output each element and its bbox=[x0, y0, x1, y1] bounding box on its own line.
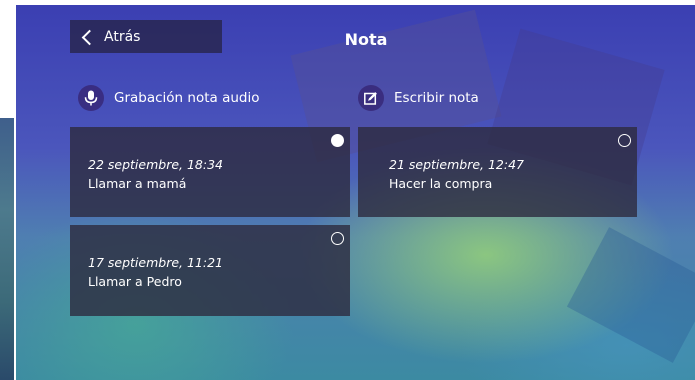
record-audio-note-button[interactable]: Grabación nota audio bbox=[78, 85, 260, 111]
page-title: Nota bbox=[344, 30, 388, 49]
back-button[interactable]: Atrás bbox=[70, 20, 222, 53]
edit-note-icon bbox=[358, 85, 384, 111]
note-text: Hacer la compra bbox=[389, 176, 493, 191]
note-card[interactable]: 17 septiembre, 11:21 Llamar a Pedro bbox=[70, 225, 350, 316]
selected-indicator-icon[interactable] bbox=[331, 134, 344, 147]
note-text: Llamar a mamá bbox=[88, 176, 187, 191]
note-date: 21 septiembre, 12:47 bbox=[389, 157, 524, 172]
write-note-button[interactable]: Escribir nota bbox=[358, 85, 479, 111]
write-note-label: Escribir nota bbox=[394, 90, 479, 106]
note-screen: Atrás Nota Grabación nota audio Escribir… bbox=[16, 5, 695, 380]
note-card[interactable]: 22 septiembre, 18:34 Llamar a mamá bbox=[70, 127, 350, 217]
record-audio-note-label: Grabación nota audio bbox=[114, 90, 260, 106]
note-date: 22 septiembre, 18:34 bbox=[88, 157, 223, 172]
back-label: Atrás bbox=[104, 28, 141, 45]
chevron-left-icon bbox=[81, 29, 98, 45]
unselected-indicator-icon[interactable] bbox=[618, 134, 631, 147]
note-text: Llamar a Pedro bbox=[88, 274, 182, 289]
note-date: 17 septiembre, 11:21 bbox=[88, 255, 223, 270]
unselected-indicator-icon[interactable] bbox=[331, 232, 344, 245]
microphone-icon bbox=[78, 85, 104, 111]
adjacent-panel-edge bbox=[0, 118, 14, 380]
note-card[interactable]: 21 septiembre, 12:47 Hacer la compra bbox=[358, 127, 637, 217]
background-shape bbox=[566, 227, 695, 363]
